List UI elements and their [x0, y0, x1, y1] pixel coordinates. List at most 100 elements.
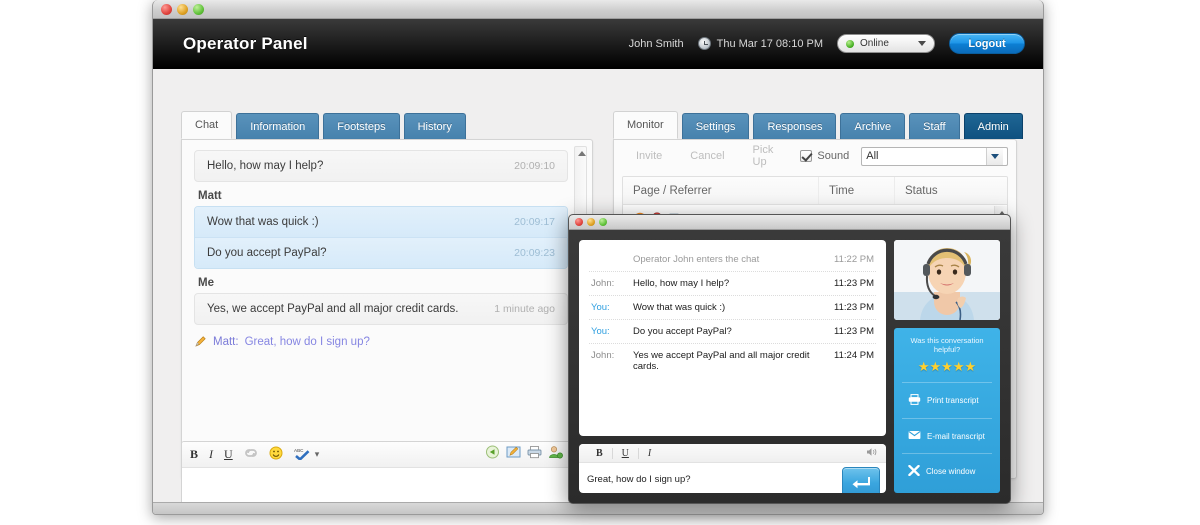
svg-text:ABC: ABC: [294, 448, 304, 453]
chat-message: Hello, how may I help? 20:09:10: [194, 150, 568, 182]
message-speaker-matt: Matt: [198, 190, 568, 202]
popup-italic-button[interactable]: I: [639, 448, 660, 459]
online-status-icon: [846, 40, 854, 48]
tab-monitor[interactable]: Monitor: [613, 111, 678, 139]
chevron-down-icon: [991, 154, 999, 159]
popup-message-time: 11:22 PM: [826, 254, 874, 265]
print-icon[interactable]: [527, 445, 542, 464]
popup-minimize-button[interactable]: [587, 218, 595, 226]
italic-button[interactable]: I: [209, 447, 213, 462]
link-icon[interactable]: [244, 447, 258, 462]
divider: [902, 418, 992, 419]
typing-who: Matt:: [213, 336, 239, 348]
popup-input-area[interactable]: Great, how do I sign up?: [579, 463, 886, 493]
column-header-page[interactable]: Page / Referrer: [623, 177, 819, 204]
envelope-icon: [908, 430, 921, 442]
underline-button[interactable]: U: [224, 447, 233, 462]
popup-sidebar: Was this conversation helpful? ★★★★★ Pri…: [894, 240, 1000, 493]
datetime-text: Thu Mar 17 08:10 PM: [717, 38, 823, 50]
status-dropdown[interactable]: Online: [837, 34, 935, 53]
popup-bold-button[interactable]: B: [587, 448, 612, 459]
popup-message-who: You:: [591, 326, 633, 337]
filter-value: All: [866, 150, 878, 162]
smiley-icon[interactable]: [269, 446, 283, 463]
cancel-button[interactable]: Cancel: [676, 150, 738, 162]
message-time: 20:09:17: [504, 216, 555, 228]
filter-dropdown[interactable]: All: [861, 147, 1008, 166]
scroll-up-arrow-icon[interactable]: [578, 151, 586, 156]
popup-message-who: John:: [591, 278, 633, 289]
popup-close-button[interactable]: [575, 218, 583, 226]
popup-message-who: You:: [591, 302, 633, 313]
message-time: 20:09:23: [504, 247, 555, 259]
logout-button[interactable]: Logout: [949, 33, 1025, 54]
tab-history[interactable]: History: [404, 113, 466, 139]
popup-underline-button[interactable]: U: [613, 448, 638, 459]
right-tab-bar: Monitor Settings Responses Archive Staff…: [613, 111, 1023, 139]
divider: [902, 453, 992, 454]
window-zoom-button[interactable]: [193, 4, 204, 15]
message-time: 20:09:10: [504, 160, 555, 172]
popup-message: John: Yes we accept PayPal and all major…: [589, 344, 876, 378]
star-rating[interactable]: ★★★★★: [900, 359, 994, 375]
close-x-icon: [908, 465, 920, 478]
bold-button[interactable]: B: [190, 447, 198, 462]
column-header-status[interactable]: Status: [895, 177, 1007, 204]
tab-staff[interactable]: Staff: [909, 113, 959, 139]
email-transcript-button[interactable]: E-mail transcript: [900, 426, 994, 446]
status-value: Online: [860, 38, 889, 49]
message-text: Do you accept PayPal?: [207, 247, 327, 259]
column-header-time[interactable]: Time: [819, 177, 895, 204]
message-time: 1 minute ago: [484, 303, 555, 315]
left-tab-bar: Chat Information Footsteps History: [181, 111, 466, 139]
sound-toggle[interactable]: Sound: [800, 150, 849, 162]
popup-message-text: Wow that was quick :): [633, 302, 826, 313]
popup-zoom-button[interactable]: [599, 218, 607, 226]
window-titlebar: [153, 0, 1043, 19]
message-speaker-me: Me: [198, 277, 568, 289]
app-header: Operator Panel John Smith Thu Mar 17 08:…: [153, 19, 1043, 69]
tab-admin[interactable]: Admin: [964, 113, 1023, 139]
window-close-button[interactable]: [161, 4, 172, 15]
tab-information[interactable]: Information: [236, 113, 319, 139]
window-minimize-button[interactable]: [177, 4, 188, 15]
print-transcript-button[interactable]: Print transcript: [900, 390, 994, 411]
spellcheck-icon[interactable]: ABC: [294, 447, 311, 463]
pickup-button[interactable]: Pick Up: [739, 144, 795, 168]
tab-settings[interactable]: Settings: [682, 113, 750, 139]
table-header: Page / Referrer Time Status: [623, 177, 1007, 205]
pencil-icon: [194, 335, 207, 348]
dropdown-button[interactable]: [986, 148, 1003, 165]
action-label: E-mail transcript: [927, 432, 985, 441]
popup-message-time: 11:24 PM: [826, 350, 874, 361]
typing-indicator: Matt: Great, how do I sign up?: [194, 335, 568, 348]
enter-arrow-icon: [851, 475, 871, 491]
page-title: Operator Panel: [183, 34, 308, 54]
tab-responses[interactable]: Responses: [753, 113, 836, 139]
chevron-down-icon: [918, 41, 926, 46]
close-window-button[interactable]: Close window: [900, 461, 994, 482]
divider: [902, 382, 992, 383]
popup-message: You: Do you accept PayPal? 11:23 PM: [589, 320, 876, 344]
edit-icon[interactable]: [506, 445, 521, 464]
tab-chat[interactable]: Chat: [181, 111, 232, 139]
clock: Thu Mar 17 08:10 PM: [698, 37, 823, 50]
speaker-icon[interactable]: [866, 447, 878, 459]
back-arrow-icon[interactable]: [485, 445, 500, 464]
send-button[interactable]: [842, 467, 880, 493]
header-right-controls: John Smith Thu Mar 17 08:10 PM Online Lo…: [629, 33, 1025, 54]
invite-button[interactable]: Invite: [622, 150, 676, 162]
spellcheck-caret-icon[interactable]: ▾: [315, 449, 320, 460]
sound-checkbox[interactable]: [800, 150, 812, 162]
tab-footsteps[interactable]: Footsteps: [323, 113, 399, 139]
action-label: Print transcript: [927, 396, 979, 405]
chat-scroll-area: Hello, how may I help? 20:09:10 Matt Wow…: [182, 140, 592, 478]
add-user-icon[interactable]: [548, 445, 563, 464]
popup-message: John: Hello, how may I help? 11:23 PM: [589, 272, 876, 296]
composer-toolbar: B I U: [182, 442, 592, 468]
tab-archive[interactable]: Archive: [840, 113, 905, 139]
popup-message-time: 11:23 PM: [826, 278, 874, 289]
popup-message-text: Hello, how may I help?: [633, 278, 826, 289]
visitor-chat-window: Operator John enters the chat 11:22 PM J…: [568, 214, 1011, 504]
popup-transcript: Operator John enters the chat 11:22 PM J…: [579, 240, 886, 436]
